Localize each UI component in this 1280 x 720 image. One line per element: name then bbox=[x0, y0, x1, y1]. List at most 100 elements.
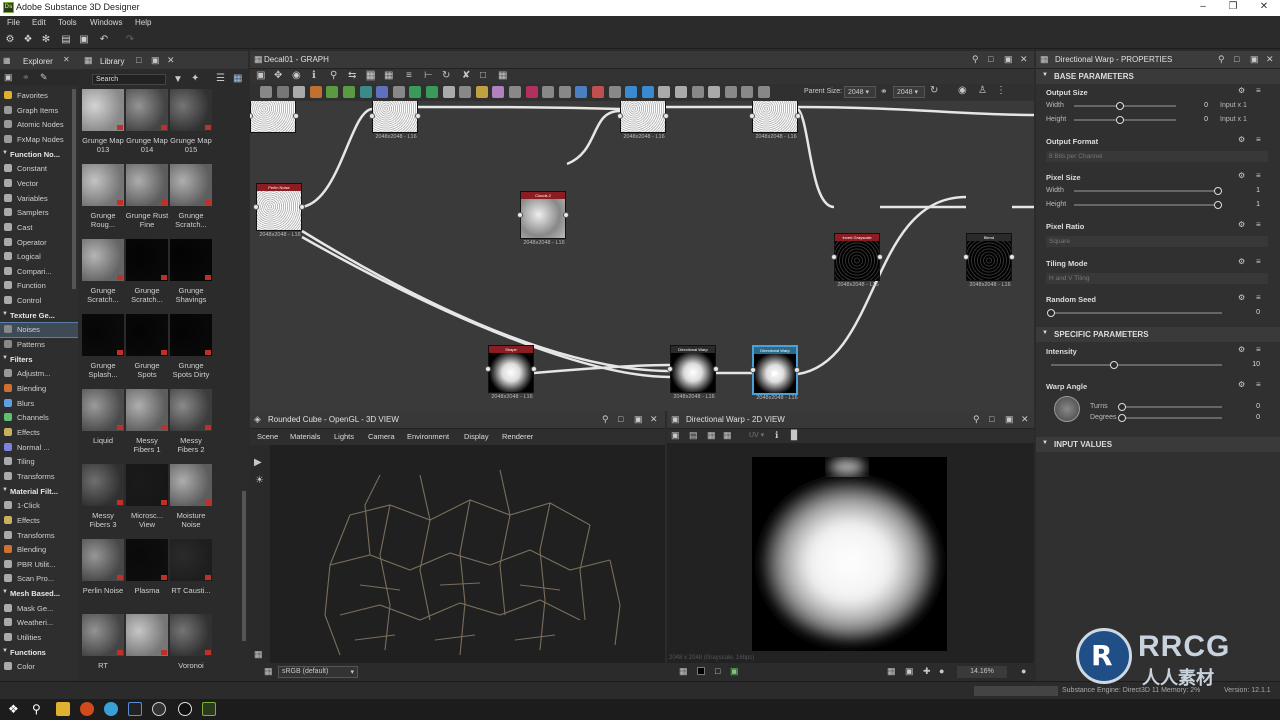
menu-edit[interactable]: Edit bbox=[32, 18, 46, 27]
float-icon[interactable]: □ bbox=[618, 414, 623, 424]
maximize-icon[interactable]: ▣ bbox=[1005, 414, 1014, 425]
hierarchy-icon[interactable]: ⊢ bbox=[424, 70, 433, 81]
specific-parameters-header[interactable]: ▼ SPECIFIC PARAMETERS bbox=[1036, 327, 1280, 342]
snap-icon[interactable]: ▦ bbox=[498, 70, 507, 81]
output-port[interactable] bbox=[299, 204, 305, 210]
tree-section-header[interactable]: ▼ Mesh Based... bbox=[0, 587, 78, 601]
atomic-node-icon[interactable] bbox=[708, 86, 721, 98]
new-graph-icon[interactable]: ⚙ bbox=[4, 34, 16, 45]
size-select[interactable]: 2048 ▾ bbox=[893, 86, 925, 98]
node-2[interactable]: 2048x2048 - L16 bbox=[369, 101, 421, 140]
output-height-mode[interactable]: Input x 1 bbox=[1220, 116, 1247, 123]
library-thumbnail[interactable] bbox=[170, 614, 212, 656]
search-icon[interactable]: ⚲ bbox=[32, 702, 41, 716]
atomic-node-icon[interactable] bbox=[542, 86, 555, 98]
pixel-ratio-select[interactable]: Square bbox=[1046, 236, 1268, 247]
atomic-node-icon[interactable] bbox=[509, 86, 521, 98]
output-port[interactable] bbox=[563, 212, 569, 218]
shape-node[interactable]: Shape 2048x2048 - L16 bbox=[485, 345, 537, 400]
light-icon[interactable]: ☀ bbox=[255, 475, 264, 486]
zoom-reset-icon[interactable]: ● bbox=[939, 666, 944, 676]
tab-explorer[interactable]: Explorer bbox=[23, 57, 53, 66]
output-port[interactable] bbox=[713, 366, 719, 372]
histogram-icon[interactable]: ▉ bbox=[791, 430, 798, 441]
white-bg-icon[interactable]: □ bbox=[715, 666, 720, 676]
param-link-icon[interactable]: ⚙ bbox=[1238, 293, 1245, 302]
tree-section-header[interactable]: ▼ Texture Ge... bbox=[0, 309, 78, 323]
library-thumbnail[interactable] bbox=[126, 239, 168, 281]
unreal-icon[interactable] bbox=[178, 702, 192, 716]
library-thumbnail[interactable] bbox=[126, 464, 168, 506]
input-port[interactable] bbox=[617, 113, 623, 119]
invert-grayscale-node[interactable]: Invert Grayscale 2048x2048 - L16 bbox=[831, 233, 883, 288]
pixel-height-slider-knob[interactable] bbox=[1213, 201, 1222, 209]
tree-item[interactable]: Transforms bbox=[0, 529, 78, 543]
tree-item[interactable]: Cast bbox=[0, 221, 78, 235]
link-size-icon[interactable]: ⚭ bbox=[880, 86, 888, 97]
info-icon[interactable]: ℹ bbox=[775, 430, 778, 441]
obs-icon[interactable] bbox=[152, 702, 166, 716]
camera-icon[interactable]: ◉ bbox=[292, 70, 301, 81]
graph-canvas[interactable]: 2048x2048 - L16 Perlin Noise 2048x2048 - L… bbox=[250, 101, 1034, 411]
close-explorer-icon[interactable]: ✕ bbox=[63, 55, 70, 64]
tree-item[interactable]: Noises bbox=[0, 322, 78, 339]
tree-item[interactable]: Operator bbox=[0, 236, 78, 250]
save-image-icon[interactable]: ▤ bbox=[689, 430, 698, 441]
atomic-node-icon[interactable] bbox=[409, 86, 422, 98]
view-3d-menu-item[interactable]: Camera bbox=[368, 432, 395, 441]
tree-section-header[interactable]: ▼ Functions bbox=[0, 646, 78, 660]
random-seed-slider-knob[interactable] bbox=[1047, 309, 1055, 317]
tree-item[interactable]: Effects bbox=[0, 426, 78, 440]
output-width-slider-knob[interactable] bbox=[1115, 102, 1124, 110]
view-3d-menu-item[interactable]: Materials bbox=[290, 432, 320, 441]
library-thumbnail[interactable] bbox=[82, 389, 124, 431]
clouds-node[interactable]: Clouds 2 2048x2048 - L16 bbox=[517, 191, 569, 246]
view-3d-menu-item[interactable]: Environment bbox=[407, 432, 449, 441]
output-port[interactable] bbox=[293, 113, 299, 119]
close-2d-icon[interactable]: ✕ bbox=[1021, 414, 1029, 425]
param-menu-icon[interactable]: ≡ bbox=[1256, 171, 1261, 180]
layers-icon[interactable]: ▦ bbox=[679, 666, 688, 677]
atomic-node-icon[interactable] bbox=[608, 86, 621, 98]
tree-item[interactable]: Mask Ge... bbox=[0, 602, 78, 616]
layout-toggle-icon[interactable]: ◉ bbox=[958, 85, 967, 96]
atomic-node-icon[interactable] bbox=[641, 86, 654, 98]
atomic-node-icon[interactable] bbox=[658, 86, 671, 98]
collapse-arrow-icon[interactable]: ▼ bbox=[1042, 330, 1048, 336]
collapse-arrow-icon[interactable]: ▼ bbox=[2, 589, 8, 595]
link-icon[interactable]: ⚭ bbox=[22, 72, 30, 83]
tree-item[interactable]: Favorites bbox=[0, 89, 78, 103]
tree-item[interactable]: Blurs bbox=[0, 397, 78, 411]
float-icon[interactable]: □ bbox=[136, 55, 141, 65]
options-icon[interactable]: ⋮ bbox=[996, 85, 1006, 96]
refresh-icon[interactable]: ↻ bbox=[442, 70, 450, 81]
library-thumbnail[interactable] bbox=[170, 464, 212, 506]
atomic-node-icon[interactable] bbox=[691, 86, 704, 98]
tiling-icon[interactable]: ▦ bbox=[723, 430, 732, 441]
turns-slider-knob[interactable] bbox=[1118, 403, 1126, 411]
2d-preview[interactable] bbox=[752, 457, 947, 651]
atomic-node-icon[interactable] bbox=[343, 86, 355, 98]
pin-icon[interactable]: ⚲ bbox=[602, 414, 609, 425]
atomic-node-icon[interactable] bbox=[575, 86, 588, 98]
tree-item[interactable]: Tiling bbox=[0, 455, 78, 469]
input-port[interactable] bbox=[517, 212, 523, 218]
tree-item[interactable]: Channels bbox=[0, 411, 78, 425]
firefox-icon[interactable] bbox=[80, 702, 94, 716]
param-link-icon[interactable]: ⚙ bbox=[1238, 380, 1245, 389]
atomic-node-icon[interactable] bbox=[525, 86, 538, 98]
atomic-node-icon[interactable] bbox=[558, 86, 571, 98]
favorite-filter-icon[interactable]: ✦ bbox=[191, 73, 199, 84]
maximize-icon[interactable]: ▣ bbox=[151, 55, 160, 66]
param-link-icon[interactable]: ⚙ bbox=[1238, 86, 1245, 95]
intensity-slider-knob[interactable] bbox=[1110, 361, 1119, 369]
library-thumbnail[interactable] bbox=[82, 314, 124, 356]
close-library-icon[interactable]: ✕ bbox=[167, 55, 175, 66]
library-thumbnail[interactable] bbox=[170, 314, 212, 356]
menu-help[interactable]: Help bbox=[135, 18, 151, 27]
param-menu-icon[interactable]: ≡ bbox=[1256, 257, 1261, 266]
library-thumbnail[interactable] bbox=[170, 539, 212, 581]
library-thumbnail[interactable] bbox=[126, 389, 168, 431]
output-port[interactable] bbox=[663, 113, 669, 119]
collapse-arrow-icon[interactable]: ▼ bbox=[2, 487, 8, 493]
